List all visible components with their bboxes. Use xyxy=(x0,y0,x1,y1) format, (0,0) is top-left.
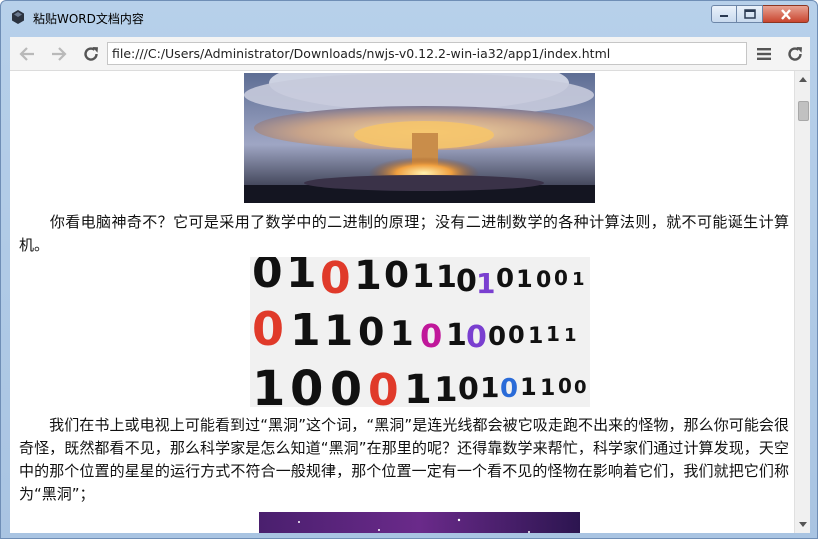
svg-text:0: 0 xyxy=(456,264,477,299)
svg-text:1: 1 xyxy=(572,269,585,290)
svg-text:1: 1 xyxy=(516,265,533,293)
svg-text:1: 1 xyxy=(476,267,495,300)
svg-text:0: 0 xyxy=(574,377,587,398)
page-content: 你看电脑神奇不？它可是采用了数学中的二进制的原理；没有二进制数学的各种计算法则，… xyxy=(10,71,794,533)
svg-text:0: 0 xyxy=(500,374,518,404)
svg-text:0: 0 xyxy=(252,257,283,298)
svg-text:0: 0 xyxy=(290,361,323,407)
svg-text:0: 0 xyxy=(330,362,362,407)
svg-text:1: 1 xyxy=(546,322,560,346)
svg-text:1: 1 xyxy=(404,367,432,407)
svg-text:1: 1 xyxy=(540,376,555,401)
title-bar[interactable]: 粘贴WORD文档内容 xyxy=(1,1,817,31)
svg-text:1: 1 xyxy=(412,257,434,295)
svg-text:1: 1 xyxy=(564,325,577,346)
mushroom-cloud-image xyxy=(244,73,595,203)
refresh-button[interactable] xyxy=(784,43,806,65)
scroll-down-icon[interactable] xyxy=(798,519,808,529)
svg-text:0: 0 xyxy=(558,374,572,398)
svg-text:1: 1 xyxy=(436,260,457,295)
svg-text:1: 1 xyxy=(520,373,537,401)
binary-code-image: 0 1 0 1 0 1 1 0 1 0 1 0 0 1 0 1 1 0 1 0 xyxy=(250,257,590,407)
app-icon xyxy=(12,10,24,24)
svg-text:1: 1 xyxy=(324,306,353,355)
menu-icon xyxy=(757,48,771,60)
svg-text:0: 0 xyxy=(368,365,399,407)
svg-text:0: 0 xyxy=(252,302,284,356)
scroll-up-icon[interactable] xyxy=(798,75,808,85)
refresh-icon xyxy=(788,47,802,61)
svg-text:1: 1 xyxy=(390,314,414,354)
browser-toolbar: file:///C:/Users/Administrator/Downloads… xyxy=(10,37,810,71)
svg-text:0: 0 xyxy=(496,264,514,294)
svg-text:1: 1 xyxy=(446,318,467,353)
svg-text:1: 1 xyxy=(434,370,458,407)
reload-icon xyxy=(84,47,98,61)
paragraph-computer: 你看电脑神奇不？它可是采用了数学中的二进制的原理；没有二进制数学的各种计算法则，… xyxy=(19,213,789,254)
svg-text:0: 0 xyxy=(320,257,351,304)
galaxy-image xyxy=(259,512,580,533)
vertical-scrollbar[interactable] xyxy=(794,71,810,533)
svg-text:0: 0 xyxy=(466,320,487,355)
svg-text:0: 0 xyxy=(358,310,384,354)
svg-text:0: 0 xyxy=(508,321,525,349)
forward-button[interactable] xyxy=(48,43,70,65)
svg-text:0: 0 xyxy=(458,372,479,407)
minimize-button[interactable] xyxy=(711,5,737,23)
scroll-thumb[interactable] xyxy=(798,101,809,121)
forward-icon xyxy=(52,47,67,61)
back-button[interactable] xyxy=(16,43,38,65)
svg-text:1: 1 xyxy=(480,371,499,404)
close-button[interactable] xyxy=(763,5,809,23)
svg-text:0: 0 xyxy=(554,266,568,290)
svg-text:1: 1 xyxy=(290,305,321,356)
back-icon xyxy=(19,47,34,61)
reload-button[interactable] xyxy=(80,43,102,65)
minimize-icon xyxy=(720,15,728,17)
address-bar[interactable]: file:///C:/Users/Administrator/Downloads… xyxy=(107,42,747,65)
svg-text:1: 1 xyxy=(286,257,317,298)
window-title: 粘贴WORD文档内容 xyxy=(33,12,144,26)
svg-text:1: 1 xyxy=(528,324,543,349)
svg-text:0: 0 xyxy=(536,268,551,293)
maximize-button[interactable] xyxy=(737,5,763,23)
paragraph-black-hole: 我们在书上或电视上可能看到过“黑洞”这个词，“黑洞”是连光线都会被它吸走跑不出来… xyxy=(19,416,789,503)
svg-text:0: 0 xyxy=(420,317,442,355)
svg-text:0: 0 xyxy=(488,322,506,352)
svg-text:1: 1 xyxy=(354,257,382,299)
svg-text:0: 0 xyxy=(384,257,409,296)
menu-button[interactable] xyxy=(753,43,775,65)
svg-text:1: 1 xyxy=(252,361,285,407)
app-window: 粘贴WORD文档内容 file:///C:/Users/Administrato… xyxy=(0,0,818,539)
maximize-icon xyxy=(743,9,756,19)
close-icon xyxy=(780,8,791,20)
